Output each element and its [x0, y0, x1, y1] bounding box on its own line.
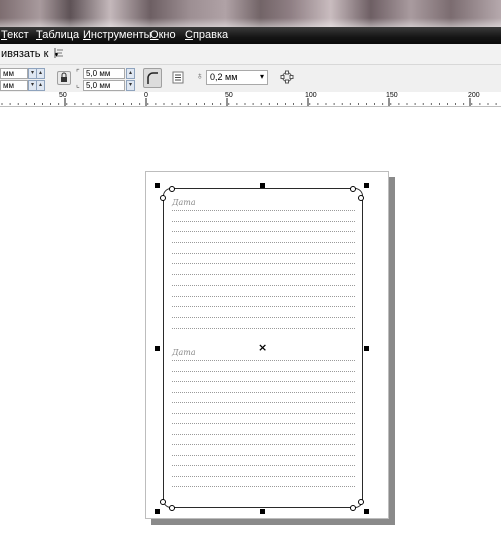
chevron-down-icon: ▾: [259, 72, 264, 81]
ruler-label: 50: [59, 92, 67, 99]
ruled-line: [172, 402, 355, 403]
corner-node[interactable]: [169, 505, 175, 511]
spin-up-icon[interactable]: ▴: [126, 68, 135, 79]
lock-ratio-icon[interactable]: [57, 71, 71, 85]
menu-help[interactable]: Справка: [185, 29, 228, 41]
ruled-line: [172, 423, 355, 424]
ruled-line: [172, 434, 355, 435]
selection-handle[interactable]: [155, 346, 160, 351]
ruler-label: 200: [468, 92, 480, 99]
ruler-label: 0: [144, 92, 148, 99]
ruled-line: [172, 242, 355, 243]
snap-to-dropdown[interactable]: ивязать к ▾: [1, 48, 58, 60]
corner-node[interactable]: [160, 499, 166, 505]
spin-down-icon[interactable]: ▴: [36, 68, 45, 79]
ruled-line: [172, 285, 355, 286]
menu-text[interactable]: Текст: [1, 29, 29, 41]
section-label-bottom: Дата: [172, 348, 196, 357]
selection-handle[interactable]: [260, 183, 265, 188]
ruled-line: [172, 296, 355, 297]
corner-node[interactable]: [350, 505, 356, 511]
selection-handle[interactable]: [260, 509, 265, 514]
selection-handle[interactable]: [364, 183, 369, 188]
ruler-label: 50: [225, 92, 233, 99]
selection-handle[interactable]: [364, 509, 369, 514]
outline-pen-icon: ♁: [196, 71, 204, 82]
property-bar: мм мм ▾ ▴ ▾ ▴ ⌜ ⌞ 5,0 мм 5,0 мм ▴ ▾ ♁ 0,…: [0, 65, 501, 93]
ruled-line: [172, 317, 355, 318]
width-field[interactable]: мм: [0, 68, 28, 79]
center-x-icon[interactable]: ×: [258, 341, 267, 354]
wrap-text-icon[interactable]: [172, 71, 184, 84]
corner-radius-icon: ⌜: [76, 68, 80, 77]
height-field[interactable]: мм: [0, 80, 28, 91]
corner-radius-bottom-field[interactable]: 5,0 мм: [83, 80, 125, 91]
corner-node[interactable]: [160, 195, 166, 201]
menu-window[interactable]: Окно: [150, 29, 176, 41]
selection-handle[interactable]: [364, 346, 369, 351]
round-corner-icon[interactable]: [143, 68, 162, 88]
ruled-line: [172, 274, 355, 275]
corner-node[interactable]: [169, 186, 175, 192]
ruled-line: [172, 253, 355, 254]
menu-bar: Текст Таблица Инструменты Окно Справка: [0, 27, 501, 44]
spin-down-icon[interactable]: ▴: [36, 80, 45, 91]
ruled-line: [172, 328, 355, 329]
ruled-line: [172, 486, 355, 487]
menu-table[interactable]: Таблица: [36, 29, 79, 41]
menu-tools[interactable]: Инструменты: [83, 29, 152, 41]
spin-down-icon[interactable]: ▾: [126, 80, 135, 91]
horizontal-ruler[interactable]: 50 0 50 100 150 200: [0, 92, 501, 107]
selection-handle[interactable]: [155, 183, 160, 188]
ruler-label: 150: [386, 92, 398, 99]
ruled-line: [172, 210, 355, 211]
ruled-line: [172, 263, 355, 264]
section-label-top: Дата: [172, 198, 196, 207]
ruled-line: [172, 444, 355, 445]
corner-node[interactable]: [350, 186, 356, 192]
ruler-label: 100: [305, 92, 317, 99]
outline-width-dropdown[interactable]: 0,2 мм ▾: [206, 70, 268, 85]
corner-node[interactable]: [358, 499, 364, 505]
align-options-icon[interactable]: [53, 47, 64, 59]
ruled-line: [172, 231, 355, 232]
corner-radius-top-field[interactable]: 5,0 мм: [83, 68, 125, 79]
ruled-line: [172, 413, 355, 414]
ruled-line: [172, 465, 355, 466]
ruled-line: [172, 371, 355, 372]
ruled-line: [172, 476, 355, 477]
ruled-line: [172, 455, 355, 456]
ruled-line: [172, 221, 355, 222]
ruled-line: [172, 360, 355, 361]
standard-toolbar: ивязать к ▾: [0, 44, 501, 65]
selection-handle[interactable]: [155, 509, 160, 514]
corner-radius-icon: ⌞: [76, 80, 80, 89]
corner-node[interactable]: [358, 195, 364, 201]
window-title-bar: [0, 0, 501, 27]
ruled-line: [172, 381, 355, 382]
ruled-line: [172, 392, 355, 393]
ruled-line: [172, 306, 355, 307]
convert-to-curves-icon[interactable]: [280, 70, 294, 84]
